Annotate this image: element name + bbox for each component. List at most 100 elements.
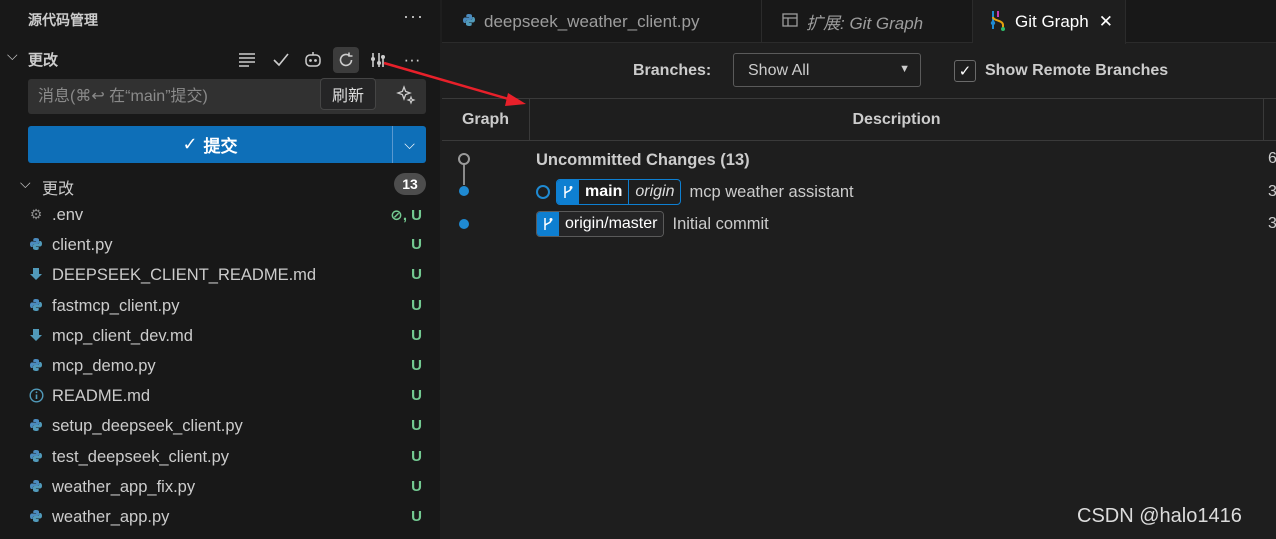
check-icon: ✓ (182, 134, 198, 154)
refresh-icon[interactable] (333, 47, 359, 73)
python-icon (462, 13, 476, 31)
git-graph-icon (989, 9, 1007, 35)
commit-date-truncated: 6 (1268, 150, 1276, 167)
changes-group-label: 更改 (42, 181, 75, 198)
tab-git-graph[interactable]: Git Graph ✕ (973, 0, 1126, 44)
branch-name: main (585, 183, 623, 200)
show-remote-branches-label[interactable]: Show Remote Branches (985, 62, 1168, 80)
commit-button-label: 提交 (203, 137, 238, 156)
commit-row-main[interactable]: main origin mcp weather assistant (536, 178, 854, 206)
more-actions-icon[interactable]: ··· (399, 47, 425, 73)
file-name: fastmcp_client.py (52, 296, 180, 315)
file-item[interactable]: fastmcp_client.py U (0, 291, 440, 321)
commit-node-main (459, 186, 469, 196)
column-header-description[interactable]: Description (530, 99, 1264, 140)
file-item[interactable]: mcp_client_dev.md U (0, 321, 440, 351)
commit-dropdown-button[interactable]: ⌵ (392, 126, 426, 163)
markdown-icon (28, 266, 44, 282)
head-indicator-icon (536, 185, 550, 199)
commit-date-truncated: 3 (1268, 215, 1276, 232)
more-actions-icon[interactable]: ··· (403, 6, 424, 27)
tab-label: deepseek_weather_client.py (484, 11, 700, 31)
branches-label: Branches: (633, 62, 712, 79)
tab-extension-git-graph[interactable]: 扩展: Git Graph (762, 0, 973, 43)
panel-title: 源代码管理 (28, 12, 98, 28)
file-name: client.py (52, 236, 113, 255)
commit-check-icon[interactable] (268, 47, 294, 73)
file-item[interactable]: weather_app_fix.py U (0, 472, 440, 502)
file-name: mcp_client_dev.md (52, 326, 193, 345)
file-item[interactable]: mcp_demo.py U (0, 351, 440, 381)
file-status: U (411, 447, 422, 465)
commit-message-input[interactable] (28, 79, 318, 114)
view-as-list-icon[interactable] (234, 47, 260, 73)
uncommitted-node (458, 153, 470, 165)
repository-header[interactable]: ⌵ 更改 ··· (0, 43, 440, 73)
file-item[interactable]: ⚙ .env ⊘, U (0, 200, 440, 230)
copilot-icon[interactable] (300, 47, 326, 73)
file-status: U (411, 356, 422, 374)
chevron-down-icon[interactable]: ⌵ (7, 47, 18, 64)
file-item[interactable]: test_deepseek_client.py U (0, 442, 440, 472)
branch-ref-origin-master[interactable]: origin/master (536, 211, 665, 237)
branch-ref-main[interactable]: main origin (556, 179, 682, 205)
markdown-icon (28, 327, 44, 343)
file-name: weather_app.py (52, 507, 170, 526)
file-status: ⊘, U (390, 207, 422, 224)
file-item[interactable]: client.py U (0, 230, 440, 260)
commit-node-master (459, 219, 469, 229)
file-status: U (411, 326, 422, 344)
python-icon (28, 508, 44, 524)
close-icon[interactable]: ✕ (1099, 12, 1113, 32)
python-icon (28, 478, 44, 494)
file-name: setup_deepseek_client.py (52, 417, 243, 436)
file-item[interactable]: weather_app.py U (0, 502, 440, 532)
commit-date-truncated: 3 (1268, 183, 1276, 200)
refresh-tooltip: 刷新 (320, 78, 376, 110)
branches-dropdown-value: Show All (748, 62, 810, 79)
file-status: U (411, 296, 422, 314)
python-icon (28, 236, 44, 252)
gear-icon: ⚙ (29, 205, 43, 222)
file-status: U (411, 477, 422, 495)
commit-table-header: Graph Description (442, 98, 1276, 141)
commit-row-uncommitted[interactable]: Uncommitted Changes (13) (536, 146, 750, 174)
sparkle-icon[interactable] (396, 85, 416, 110)
commit-graph (458, 153, 470, 229)
python-icon (28, 357, 44, 373)
file-name: README.md (52, 387, 151, 406)
file-item[interactable]: DEEPSEEK_CLIENT_README.md U (0, 260, 440, 290)
chevron-down-icon[interactable]: ⌵ (20, 175, 31, 192)
changes-group-header[interactable]: ⌵ 更改 13 (0, 171, 440, 199)
show-remote-branches-checkbox[interactable]: ✓ (954, 60, 976, 82)
branches-dropdown[interactable]: Show All ▼ (733, 53, 921, 87)
commit-message: mcp weather assistant (689, 182, 854, 201)
python-icon (28, 297, 44, 313)
tab-label: Git Graph (1015, 12, 1089, 31)
commit-row-initial[interactable]: origin/master Initial commit (536, 210, 769, 238)
branch-icon (537, 212, 559, 236)
commit-message: Uncommitted Changes (13) (536, 150, 750, 169)
file-status: U (411, 387, 422, 405)
tab-label: 扩展: Git Graph (806, 14, 924, 33)
git-graph-controls: Branches: Show All ▼ ✓ Show Remote Branc… (442, 43, 1276, 98)
changes-count-badge: 13 (394, 173, 426, 195)
changed-files-list: ⚙ .env ⊘, U client.py U DEEPSEEK_CLIENT_… (0, 200, 440, 532)
git-graph-toolbar-icon[interactable] (365, 47, 391, 73)
file-status: U (411, 266, 422, 284)
extension-preview-icon (782, 12, 798, 31)
column-header-graph[interactable]: Graph (442, 99, 530, 140)
file-status: U (411, 417, 422, 435)
tab-deepseek-weather-client[interactable]: deepseek_weather_client.py (442, 0, 762, 43)
python-icon (28, 417, 44, 433)
file-item[interactable]: setup_deepseek_client.py U (0, 411, 440, 441)
file-name: weather_app_fix.py (52, 477, 196, 496)
file-name: test_deepseek_client.py (52, 447, 230, 466)
file-name: mcp_demo.py (52, 356, 156, 375)
branch-name: origin/master (559, 212, 664, 236)
repository-label: 更改 (28, 52, 59, 69)
branch-icon (557, 180, 579, 204)
file-item[interactable]: README.md U (0, 381, 440, 411)
commit-button[interactable]: ✓ 提交 (28, 126, 392, 163)
info-icon (28, 387, 44, 403)
